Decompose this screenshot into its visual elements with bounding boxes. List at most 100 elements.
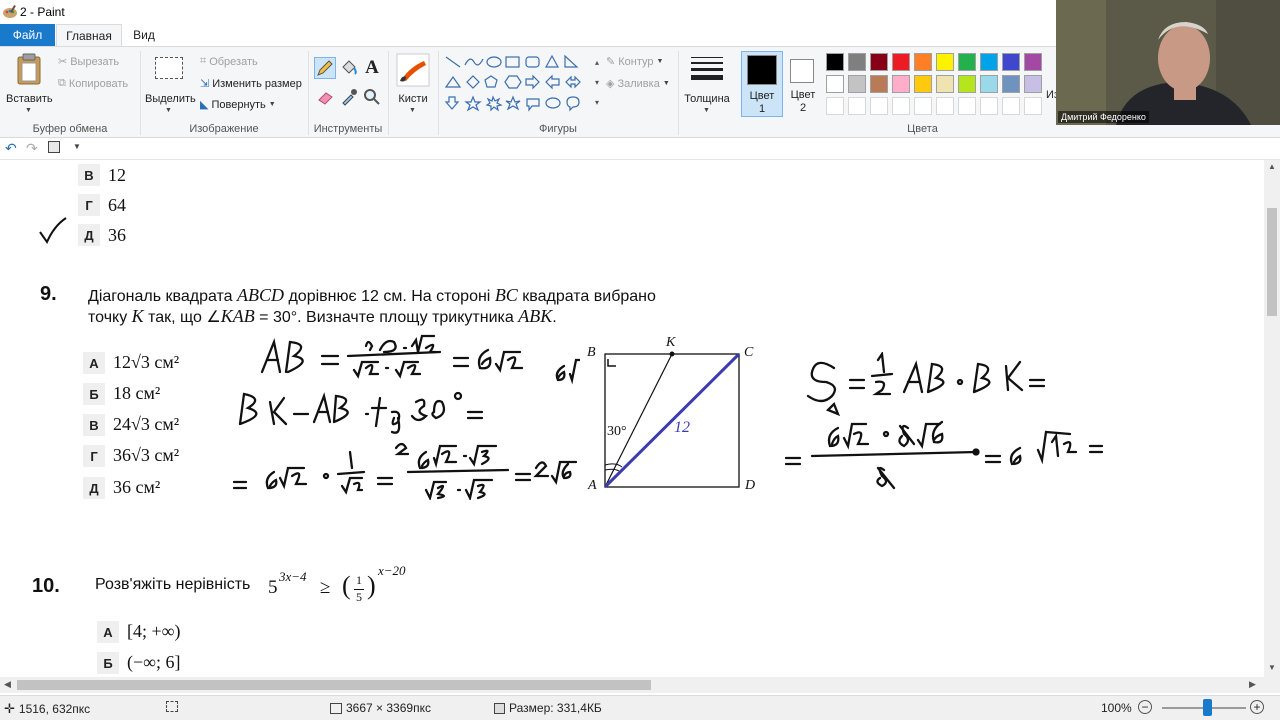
chevron-down-icon: ▼ (409, 107, 416, 114)
vertical-scroll-thumb[interactable] (1267, 208, 1277, 316)
size-button[interactable]: Толщина ▼ (683, 51, 731, 117)
palette-swatch[interactable] (1002, 75, 1020, 93)
palette-swatch[interactable] (936, 53, 954, 71)
fill-button[interactable]: ◈ Заливка ▼ (606, 77, 670, 91)
eraser-tool[interactable] (316, 87, 336, 107)
brushes-button[interactable]: Кисти ▼ (393, 51, 433, 117)
select-button[interactable]: Выделить ▼ (145, 51, 196, 117)
redo-icon[interactable]: ↷ (26, 140, 38, 157)
webcam-video: Дмитрий Федоренко (1056, 0, 1280, 125)
palette-swatch[interactable] (892, 75, 910, 93)
text-tool[interactable]: A (362, 57, 382, 79)
palette-swatch[interactable] (980, 75, 998, 93)
customize-caret-icon[interactable]: ▼ (73, 142, 81, 151)
vertical-scrollbar[interactable]: ▲ ▼ (1264, 160, 1280, 677)
palette-custom-slot[interactable] (892, 97, 910, 115)
palette-swatch[interactable] (1024, 53, 1042, 71)
palette-swatch[interactable] (870, 53, 888, 71)
resize-icon: ⇲ (200, 78, 210, 90)
horizontal-scrollbar[interactable]: ◀ ▶ (0, 677, 1264, 693)
paint-app-icon (3, 5, 17, 18)
shapes-scroll[interactable]: ▴ ▾ ▾ (592, 53, 602, 113)
palette-custom-slot[interactable] (1024, 97, 1042, 115)
copy-icon: ⧉ (58, 77, 66, 89)
option-letter: А (83, 352, 105, 374)
option-value: 36 см² (113, 477, 161, 497)
rotate-button[interactable]: ◣ Повернуть ▼ (200, 98, 276, 112)
palette-custom-slot[interactable] (870, 97, 888, 115)
fill-tool[interactable] (339, 58, 359, 78)
handwritten-area-formula (784, 352, 1104, 490)
scroll-right-icon[interactable]: ▶ (1249, 679, 1256, 690)
palette-swatch[interactable] (870, 75, 888, 93)
outline-button[interactable]: ✎ Контур ▼ (606, 55, 664, 69)
paste-button[interactable]: Вставить ▼ (6, 51, 53, 117)
eraser-icon (318, 92, 333, 105)
image-dimensions: 3667 × 3369пкс (330, 701, 431, 715)
scroll-down-icon[interactable]: ▼ (1268, 663, 1276, 672)
angle-label: 30° (607, 424, 627, 439)
zoom-out-icon[interactable]: − (1138, 700, 1152, 714)
vertex-label-a: A (588, 478, 597, 493)
color2-label: Цвет (790, 89, 816, 101)
scissors-icon: ✂ (58, 56, 68, 68)
palette-custom-slot[interactable] (936, 97, 954, 115)
palette-swatch[interactable] (914, 75, 932, 93)
eyedropper-icon (342, 89, 357, 106)
scroll-up-icon[interactable]: ▲ (1268, 162, 1276, 171)
size-label: Толщина (684, 93, 730, 105)
palette-swatch[interactable] (848, 53, 866, 71)
palette-custom-slot[interactable] (826, 97, 844, 115)
resize-button[interactable]: ⇲ Изменить размер (200, 77, 302, 91)
palette-custom-slot[interactable] (848, 97, 866, 115)
palette-swatch[interactable] (848, 75, 866, 93)
palette-custom-slot[interactable] (980, 97, 998, 115)
color1-label: Цвет (749, 90, 775, 102)
tab-file[interactable]: Файл (0, 24, 55, 46)
save-icon[interactable] (48, 141, 60, 153)
palette-swatch[interactable] (1002, 53, 1020, 71)
crop-button[interactable]: ⌗ Обрезать (200, 55, 258, 68)
palette-swatch[interactable] (892, 53, 910, 71)
shapes-gallery[interactable] (443, 53, 591, 115)
undo-icon[interactable]: ↶ (5, 140, 17, 157)
color-picker-tool[interactable] (339, 87, 359, 107)
palette-swatch[interactable] (914, 53, 932, 71)
tab-view[interactable]: Вид (124, 24, 164, 46)
vertex-label-b: B (587, 345, 596, 360)
divider (388, 51, 389, 135)
palette-swatch[interactable] (1024, 75, 1042, 93)
chevron-down-icon: ▼ (656, 58, 664, 65)
question-text-line1: Діагональ квадрата ABCD дорівнює 12 см. … (88, 285, 656, 305)
palette-custom-slot[interactable] (1002, 97, 1020, 115)
palette-swatch[interactable] (826, 75, 844, 93)
canvas[interactable]: В 12 Г 64 Д 36 9. Діагональ квадрата ABC… (0, 160, 1264, 677)
color2-button[interactable]: Цвет 2 (784, 51, 822, 117)
palette-custom-slot[interactable] (914, 97, 932, 115)
palette-swatch[interactable] (980, 53, 998, 71)
copy-button[interactable]: ⧉ Копировать (58, 77, 128, 90)
chevron-down-icon: ▼ (268, 101, 276, 108)
palette-swatch[interactable] (826, 53, 844, 71)
palette-swatch[interactable] (958, 53, 976, 71)
color1-button[interactable]: Цвет 1 (741, 51, 783, 117)
scroll-left-icon[interactable]: ◀ (4, 679, 11, 690)
palette-custom-slot[interactable] (958, 97, 976, 115)
option-letter: В (83, 414, 105, 436)
magnifier-tool[interactable] (362, 87, 382, 107)
file-size: Размер: 331,4КБ (494, 701, 602, 715)
handwritten-checkmark (39, 217, 67, 245)
clipboard-icon (17, 53, 41, 85)
palette-swatch[interactable] (958, 75, 976, 93)
tab-home[interactable]: Главная (56, 24, 122, 46)
pencil-icon (317, 60, 333, 76)
horizontal-scroll-thumb[interactable] (17, 680, 651, 690)
handwritten-solution (232, 334, 580, 500)
zoom-in-icon[interactable]: + (1250, 700, 1264, 714)
cut-button[interactable]: ✂ Вырезать (58, 55, 119, 69)
zoom-slider-thumb[interactable] (1203, 699, 1212, 716)
pencil-tool[interactable] (314, 57, 336, 79)
option-letter: Д (78, 224, 100, 246)
palette-swatch[interactable] (936, 75, 954, 93)
vertex-label-c: C (744, 345, 754, 360)
